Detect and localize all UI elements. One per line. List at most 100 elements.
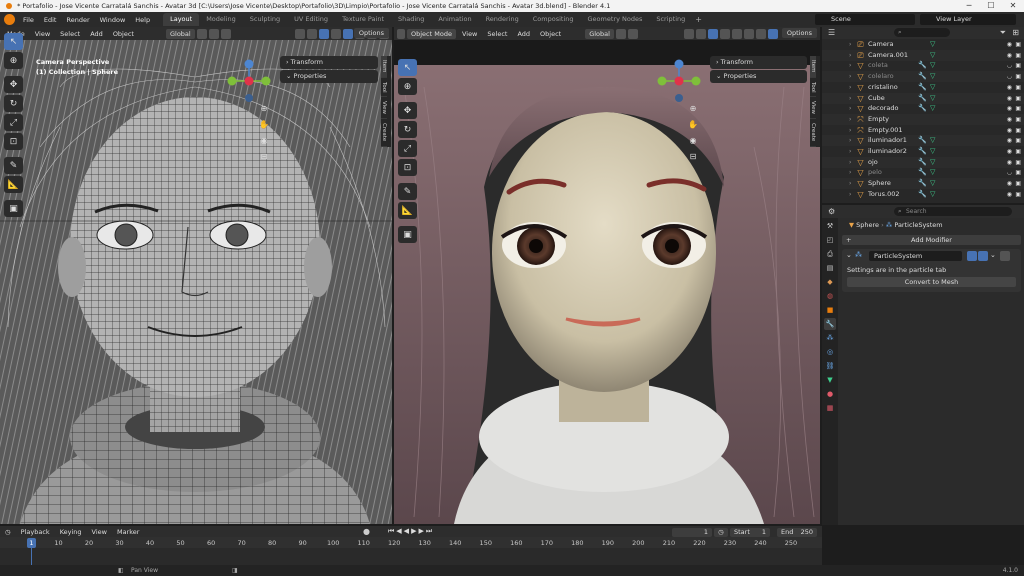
tab-rendering[interactable]: Rendering [479,13,526,26]
move-tool-icon[interactable]: ✥ [4,76,23,93]
outliner-item[interactable]: › ▽ colelaro 🔧 ▽ ◡ ▣ [822,71,1024,83]
filter-icon[interactable]: ⏷ [1000,28,1006,38]
rotate-tool-icon[interactable]: ↻ [4,95,23,112]
collapse-chevron-icon[interactable]: ⌄ [846,251,852,259]
outliner-item[interactable]: › ⤧ Empty ◉ ▣ [822,113,1024,125]
marker-menu[interactable]: Marker [112,528,144,536]
editor-type-icon[interactable] [397,28,405,39]
minimize-icon[interactable]: ─ [958,0,980,12]
timeline-view-menu[interactable]: View [87,528,112,536]
start-frame-field[interactable]: Start 1 [730,528,770,537]
outliner-item[interactable]: › ▽ decorado 🔧 ▽ ◉ ▣ [822,103,1024,114]
right-gizmo-toggle-icon[interactable] [695,28,706,39]
modifier-icon[interactable]: 🔧 [918,93,927,104]
render-camera-icon[interactable]: ▣ [1015,146,1021,157]
outliner-item[interactable]: › ▽ cristalino 🔧 ▽ ◉ ▣ [822,82,1024,93]
world-icon[interactable]: ◍ [824,290,836,302]
object-icon[interactable]: ■ [824,304,836,316]
mesh-data-icon[interactable]: ▽ [930,167,935,178]
playback-menu[interactable]: Playback [16,528,55,536]
right-shading-wireframe-icon[interactable] [731,28,742,39]
proportional-edit-icon[interactable] [220,28,231,39]
expand-chevron-icon[interactable]: › [849,50,851,61]
snap-icon[interactable] [208,28,219,39]
current-frame-field[interactable]: 1 [672,528,712,537]
outliner-item[interactable]: › ⎚ Camera.001 ▽ ◉ ▣ [822,49,1024,61]
render-camera-icon[interactable]: ▣ [1015,60,1021,71]
show-in-render-icon[interactable] [978,251,988,261]
right-options-button[interactable]: Options [781,28,817,38]
tab-animation[interactable]: Animation [431,13,478,26]
modifier-icon[interactable]: 🔧 [918,60,927,71]
tab-layout[interactable]: Layout [163,13,200,26]
add-modifier-button[interactable]: + Add Modifier [842,235,1021,245]
add-cube-tool-icon[interactable]: ▣ [4,200,23,217]
output-icon[interactable]: ⎙ [824,248,836,260]
tab-view[interactable]: View [381,97,387,120]
outliner-item[interactable]: › ▽ pelo 🔧 ▽ ◡ ▣ [822,167,1024,178]
left-view-menu[interactable]: View [31,30,54,38]
tab-modeling[interactable]: Modeling [199,13,243,26]
right-add-cube-tool-icon[interactable]: ▣ [398,226,417,243]
right-mode-dropdown[interactable]: Object Mode [407,28,456,39]
data-icon[interactable]: ▼ [824,374,836,386]
left-nav-gizmo[interactable] [224,56,274,106]
tab-sculpting[interactable]: Sculpting [243,13,287,26]
expand-chevron-icon[interactable]: › [849,39,851,50]
right-transform-panel[interactable]: › Transform [710,56,807,69]
render-camera-icon[interactable]: ▣ [1015,114,1021,125]
visibility-icon[interactable] [294,28,305,39]
annotate-tool-icon[interactable]: ✎ [4,157,23,174]
preview-range-icon[interactable]: ◷ [714,528,728,537]
modifier-icon[interactable]: 🔧 [918,135,927,146]
right-tab-item[interactable]: Item [810,56,816,78]
outliner-item[interactable]: › ▽ iluminador1 🔧 ▽ ◉ ▣ [822,135,1024,147]
eye-icon[interactable]: ◉ [1007,114,1012,125]
camera-view-icon[interactable]: ◉ [259,136,269,146]
outliner-search-input[interactable] [894,28,950,37]
eye-icon[interactable]: ◉ [1007,82,1012,93]
right-pivot-icon[interactable] [615,28,626,39]
tool-settings-icon[interactable]: ⚒ [824,220,836,232]
expand-chevron-icon[interactable]: › [849,146,851,157]
view-layer-icon[interactable]: ▤ [824,262,836,274]
convert-to-mesh-button[interactable]: Convert to Mesh [847,277,1016,287]
right-select-box-tool-icon[interactable]: ↖ [398,59,417,76]
left-select-menu[interactable]: Select [56,30,84,38]
viewport-left[interactable]: Mode View Select Add Object Global Optio… [0,27,392,524]
particles-icon[interactable]: ⁂ [824,332,836,344]
right-nav-gizmo[interactable] [654,56,704,106]
mesh-data-icon[interactable]: ▽ [930,178,935,189]
show-in-viewport-icon[interactable] [967,251,977,261]
outliner-item[interactable]: › ▽ Sphere 🔧 ▽ ◉ ▣ [822,178,1024,190]
eye-icon[interactable]: ◉ [1007,146,1012,157]
close-icon[interactable]: ✕ [1002,0,1024,12]
right-view-menu[interactable]: View [458,30,481,38]
modifier-drag-icon[interactable] [1000,251,1010,261]
eye-icon[interactable]: ◉ [1007,189,1012,200]
outliner-item[interactable]: › ⎚ Camera ▽ ◉ ▣ [822,39,1024,50]
right-annotate-tool-icon[interactable]: ✎ [398,183,417,200]
tab-item[interactable]: Item [381,56,387,78]
expand-chevron-icon[interactable]: › [849,82,851,93]
expand-chevron-icon[interactable]: › [849,167,851,178]
modifier-icon[interactable]: 🔧 [918,82,927,93]
timeline-editor-icon[interactable]: ◷ [0,528,16,536]
eye-icon[interactable]: ◉ [1007,157,1012,168]
overlay-toggle-icon[interactable] [318,28,329,39]
right-shading-material-icon[interactable] [755,28,766,39]
scene-icon[interactable]: ◆ [824,276,836,288]
right-properties-panel[interactable]: ⌄ Properties [710,70,807,83]
left-properties-panel[interactable]: ⌄ Properties [280,70,378,83]
eye-icon[interactable]: ◉ [1007,125,1012,136]
right-overlay-toggle-icon[interactable] [707,28,718,39]
right-move-tool-icon[interactable]: ✥ [398,102,417,119]
mesh-data-icon[interactable]: ▽ [930,146,935,157]
modifier-wrench-icon[interactable]: 🔧 [824,318,836,330]
add-workspace-icon[interactable]: + [692,15,702,24]
render-camera-icon[interactable]: ▣ [1015,157,1021,168]
outliner-item[interactable]: › ▽ coleta 🔧 ▽ ◡ ▣ [822,60,1024,71]
modifier-icon[interactable]: 🔧 [918,103,927,114]
render-camera-icon[interactable]: ▣ [1015,135,1021,146]
render-camera-icon[interactable]: ▣ [1015,167,1021,178]
